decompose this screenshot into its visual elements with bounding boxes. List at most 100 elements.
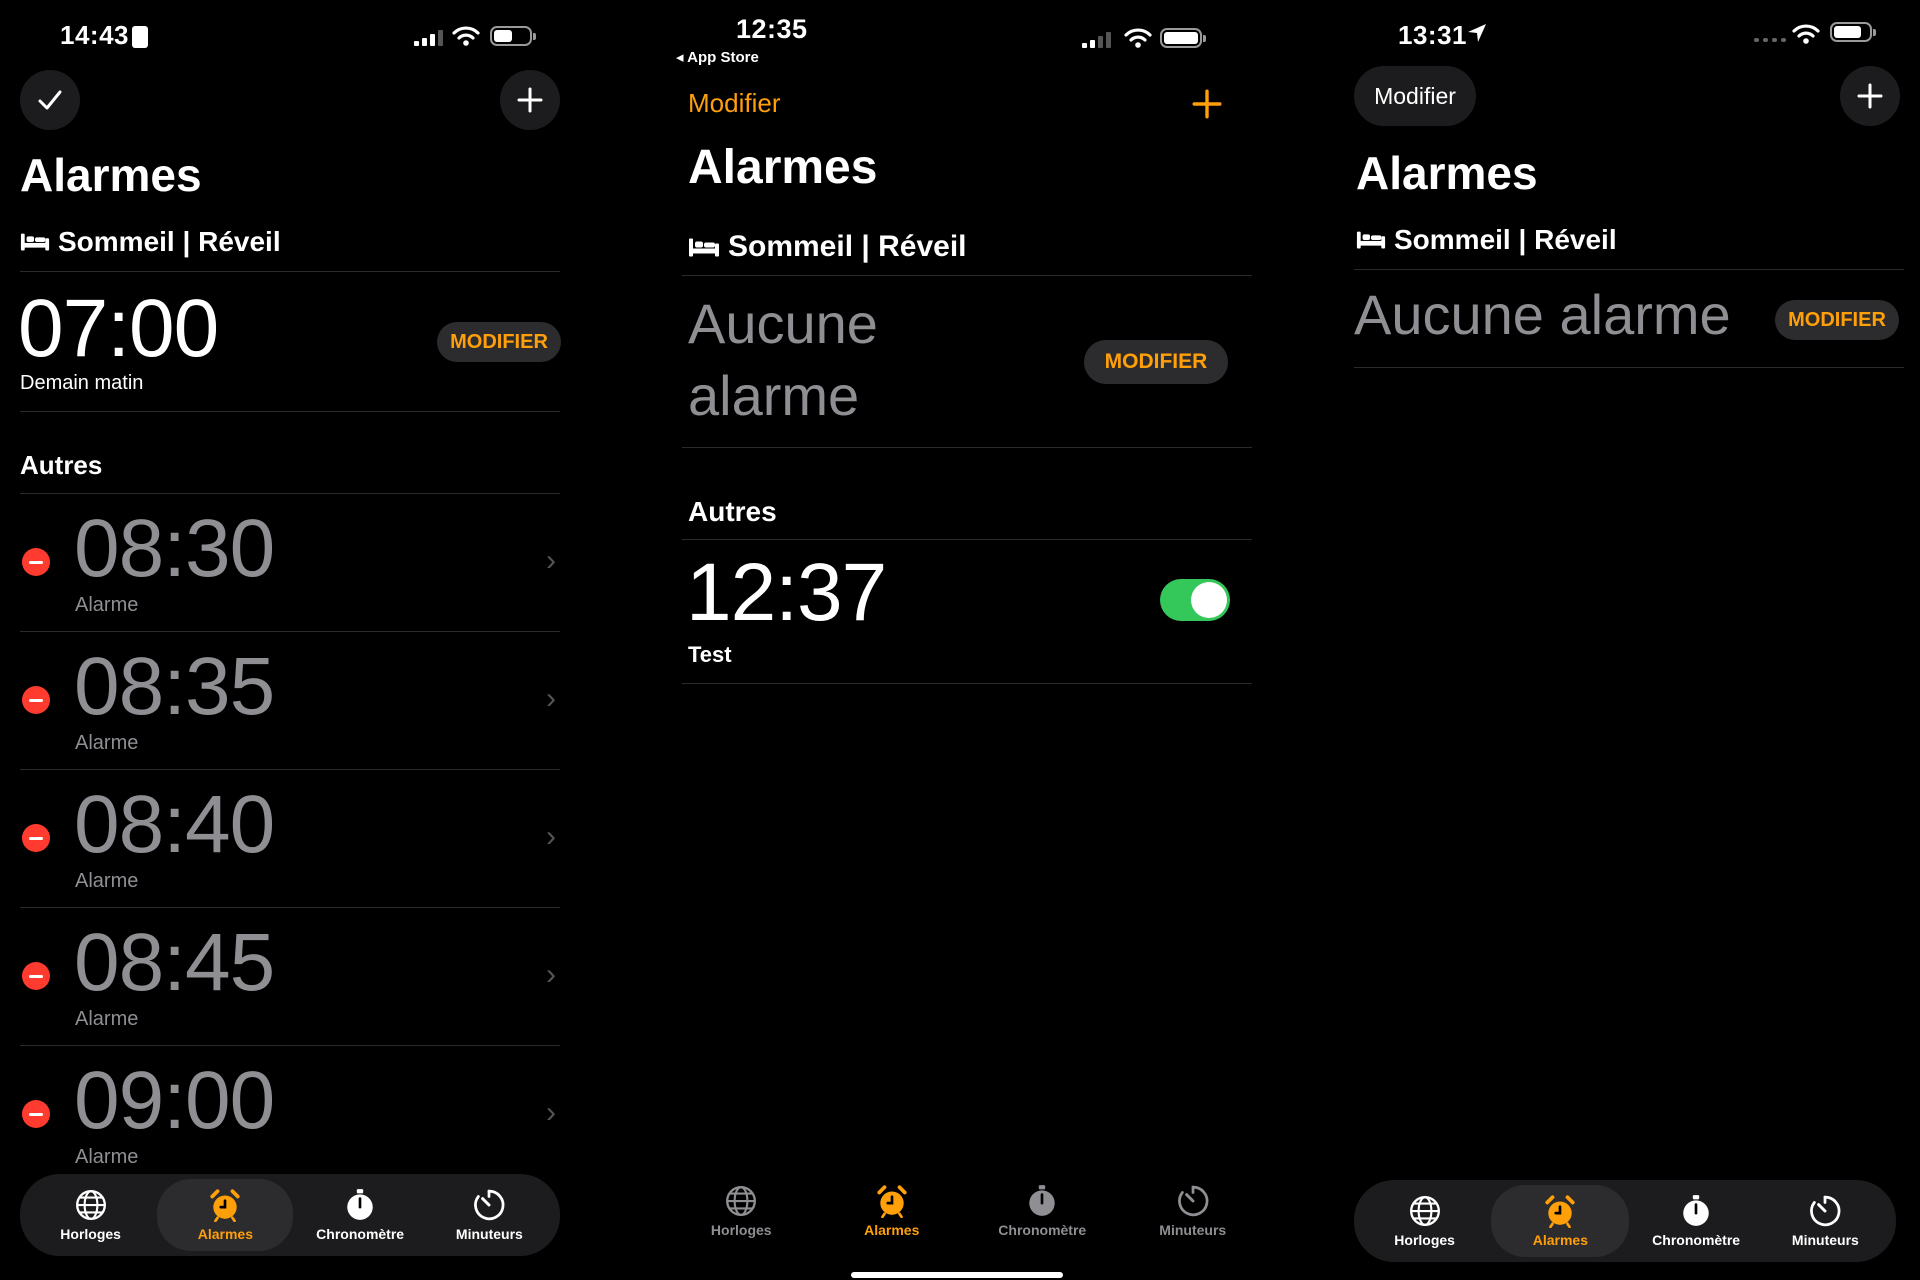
chevron-right-icon: › bbox=[546, 958, 556, 991]
tab-chronometre[interactable]: Chronomètre bbox=[977, 1175, 1107, 1247]
list-item[interactable]: 09:00 Alarme › bbox=[0, 1046, 578, 1184]
battery-icon bbox=[490, 26, 536, 46]
divider bbox=[682, 275, 1252, 276]
others-section-title: Autres bbox=[20, 450, 103, 480]
edit-link[interactable]: Modifier bbox=[688, 88, 780, 119]
tab-alarmes[interactable]: Alarmes bbox=[157, 1179, 294, 1251]
tab-bar: Horloges Alarmes Chronomètre Minuteurs bbox=[666, 1170, 1268, 1252]
alarm-time: 08:30 bbox=[74, 503, 275, 594]
stopwatch-icon bbox=[1025, 1184, 1059, 1218]
alarm-list: 08:30 Alarme › 08:35 Alarme › 08:40 Alar… bbox=[0, 494, 578, 1184]
tab-label: Chronomètre bbox=[1652, 1232, 1741, 1248]
alarm-clock-icon bbox=[875, 1184, 909, 1218]
tab-label: Alarmes bbox=[1532, 1232, 1588, 1248]
screen-alarms-empty: 13:31 Modifier Alarmes Sommeil | Réveil … bbox=[1330, 0, 1920, 1280]
page-title: Alarmes bbox=[1356, 147, 1538, 199]
add-alarm-button[interactable] bbox=[500, 70, 560, 130]
add-alarm-button[interactable] bbox=[1840, 66, 1900, 126]
tab-horloges[interactable]: Horloges bbox=[28, 1179, 153, 1251]
tab-chronometre[interactable]: Chronomètre bbox=[1634, 1185, 1759, 1257]
chevron-right-icon: › bbox=[546, 682, 556, 715]
alarm-label: Test bbox=[688, 642, 732, 667]
status-time: 13:31 bbox=[1398, 20, 1467, 50]
tab-minuteurs[interactable]: Minuteurs bbox=[1763, 1185, 1888, 1257]
list-item[interactable]: 08:30 Alarme › bbox=[0, 494, 578, 632]
globe-icon bbox=[74, 1188, 108, 1222]
list-item[interactable]: 08:45 Alarme › bbox=[0, 908, 578, 1046]
tab-label: Minuteurs bbox=[1159, 1222, 1227, 1238]
status-time: 12:35 bbox=[736, 14, 808, 44]
chevron-right-icon: › bbox=[546, 544, 556, 577]
timer-icon bbox=[1808, 1194, 1842, 1228]
signal-icon bbox=[1082, 32, 1111, 48]
tab-label: Minuteurs bbox=[455, 1226, 523, 1242]
alarm-label: Alarme bbox=[75, 870, 139, 892]
delete-icon[interactable] bbox=[22, 824, 50, 852]
toggle-knob bbox=[1191, 582, 1227, 618]
plus-icon bbox=[1857, 83, 1883, 109]
home-indicator[interactable] bbox=[851, 1272, 1063, 1278]
sleep-section-label: Sommeil | Réveil bbox=[58, 226, 281, 257]
tab-chronometre[interactable]: Chronomètre bbox=[298, 1179, 423, 1251]
done-button[interactable] bbox=[20, 70, 80, 130]
delete-icon[interactable] bbox=[22, 548, 50, 576]
battery-icon bbox=[1830, 22, 1876, 42]
tab-alarmes[interactable]: Alarmes bbox=[1491, 1185, 1630, 1257]
delete-icon[interactable] bbox=[22, 686, 50, 714]
sleep-section-header: Sommeil | Réveil bbox=[1356, 224, 1617, 256]
tab-horloges[interactable]: Horloges bbox=[676, 1175, 806, 1247]
screen-alarms-app-store: 12:35 ◂ App Store Modifier Alarmes Somme… bbox=[666, 0, 1268, 1280]
page-title: Alarmes bbox=[688, 141, 878, 194]
tab-minuteurs[interactable]: Minuteurs bbox=[1128, 1175, 1258, 1247]
sleep-alarm-time: 07:00 bbox=[18, 283, 219, 374]
bed-icon bbox=[20, 232, 50, 252]
tab-label: Minuteurs bbox=[1791, 1232, 1859, 1248]
no-signal-icon bbox=[1754, 38, 1786, 42]
delete-icon[interactable] bbox=[22, 1100, 50, 1128]
tab-label: Horloges bbox=[60, 1226, 121, 1242]
tab-label: Horloges bbox=[1394, 1232, 1455, 1248]
wifi-icon bbox=[1124, 28, 1152, 48]
divider bbox=[1354, 367, 1904, 368]
tab-label: Chronomètre bbox=[998, 1222, 1087, 1238]
tab-label: Chronomètre bbox=[316, 1226, 405, 1242]
back-to-app-store-link[interactable]: ◂ App Store bbox=[676, 48, 759, 66]
sleep-modify-button[interactable]: MODIFIER bbox=[1775, 300, 1899, 340]
wifi-icon bbox=[1792, 24, 1820, 44]
no-alarm-line-2: alarme bbox=[688, 364, 860, 427]
alarm-label: Alarme bbox=[75, 1146, 139, 1168]
alarm-time: 08:40 bbox=[74, 779, 275, 870]
tab-alarmes[interactable]: Alarmes bbox=[827, 1175, 957, 1247]
sleep-modify-button[interactable]: MODIFIER bbox=[1084, 340, 1228, 384]
list-item[interactable]: 08:35 Alarme › bbox=[0, 632, 578, 770]
plus-icon[interactable] bbox=[1191, 88, 1223, 120]
delete-icon[interactable] bbox=[22, 962, 50, 990]
plus-icon bbox=[517, 87, 543, 113]
alarm-label: Alarme bbox=[75, 732, 139, 754]
chevron-right-icon: › bbox=[546, 820, 556, 853]
edit-button[interactable]: Modifier bbox=[1354, 66, 1476, 126]
no-alarm-line-1: Aucune bbox=[688, 292, 878, 355]
page-title: Alarmes bbox=[20, 149, 202, 201]
tab-minuteurs[interactable]: Minuteurs bbox=[427, 1179, 552, 1251]
bed-icon bbox=[1356, 230, 1386, 250]
no-sleep-alarm-text: Aucune alarme bbox=[688, 288, 878, 432]
stopwatch-icon bbox=[1679, 1194, 1713, 1228]
checkmark-icon bbox=[38, 90, 62, 110]
divider bbox=[682, 447, 1252, 448]
list-item[interactable]: 12:37 Test bbox=[666, 540, 1268, 684]
list-item[interactable]: 08:40 Alarme › bbox=[0, 770, 578, 908]
no-sleep-alarm-text: Aucune alarme bbox=[1354, 283, 1731, 346]
tab-label: Alarmes bbox=[197, 1226, 253, 1242]
sleep-section-label: Sommeil | Réveil bbox=[1394, 224, 1617, 255]
alarm-time: 08:45 bbox=[74, 917, 275, 1008]
timer-icon bbox=[472, 1188, 506, 1222]
alarm-toggle[interactable] bbox=[1160, 579, 1230, 621]
sleep-modify-button[interactable]: MODIFIER bbox=[437, 322, 561, 362]
sleep-section-label: Sommeil | Réveil bbox=[728, 230, 967, 263]
tab-horloges[interactable]: Horloges bbox=[1362, 1185, 1487, 1257]
tab-label: Horloges bbox=[710, 1222, 772, 1238]
stopwatch-icon bbox=[343, 1188, 377, 1222]
id-card-icon bbox=[132, 26, 148, 48]
globe-icon bbox=[724, 1184, 758, 1218]
